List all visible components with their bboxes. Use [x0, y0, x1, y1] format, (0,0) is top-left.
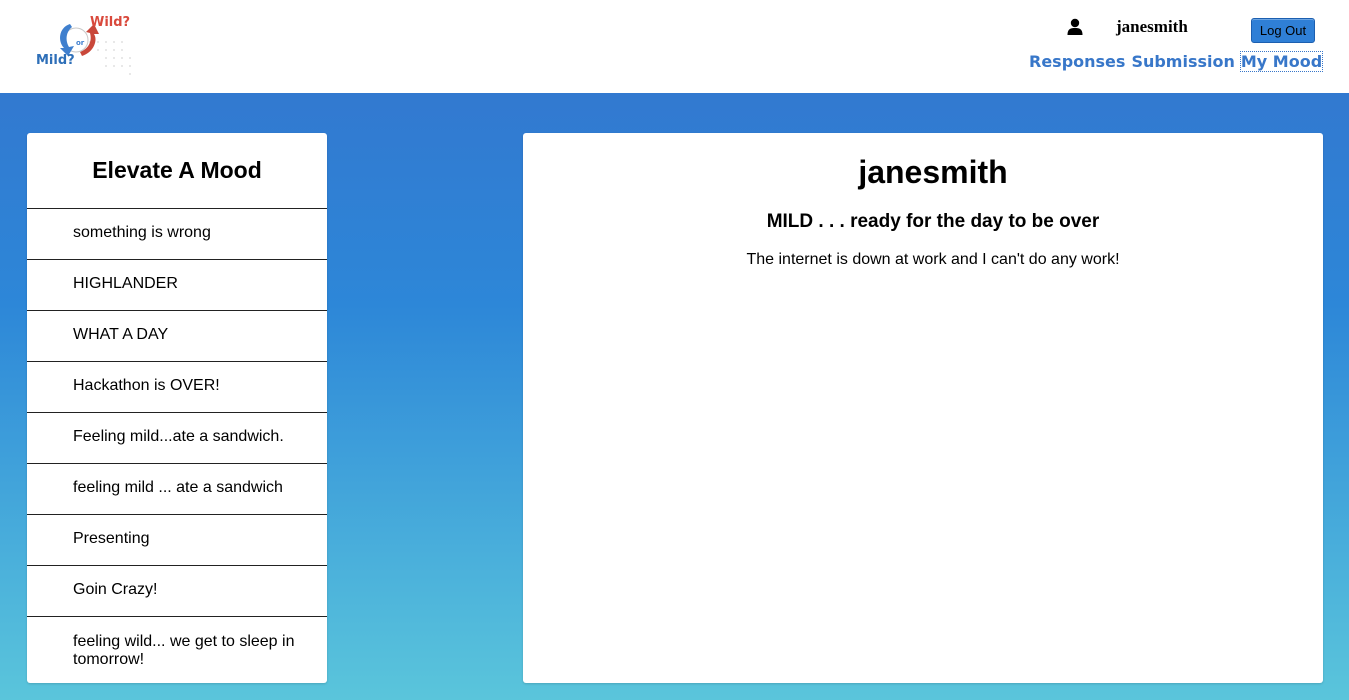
top-header: Wild? or Mild? janesmith Log Out Respons…: [0, 0, 1349, 93]
mood-headline: MILD . . . ready for the day to be over: [766, 211, 1100, 232]
sidebar-title: Elevate A Mood: [27, 133, 327, 209]
sidebar-mood-item[interactable]: feeling wild... we get to sleep in tomor…: [27, 617, 327, 683]
logout-button[interactable]: Log Out: [1251, 18, 1315, 43]
sidebar-mood-item[interactable]: Hackathon is OVER!: [27, 362, 327, 413]
elevate-mood-sidebar: Elevate A Mood something is wrong HIGHLA…: [27, 133, 327, 683]
logo-or-text: or: [76, 39, 85, 47]
mood-username: janesmith: [858, 154, 1008, 190]
wild-or-mild-logo[interactable]: Wild? or Mild?: [34, 12, 138, 80]
logo-grid: [89, 41, 131, 75]
mood-description: The internet is down at work and I can't…: [746, 251, 1120, 268]
nav-link-my-mood[interactable]: My Mood: [1239, 50, 1324, 72]
sidebar-mood-item[interactable]: feeling mild ... ate a sandwich: [27, 464, 327, 515]
sidebar-mood-item[interactable]: something is wrong: [27, 209, 327, 260]
user-icon: [1067, 18, 1083, 35]
logo-wild-text: Wild?: [90, 15, 130, 30]
nav-link-responses[interactable]: Responses: [1029, 52, 1125, 71]
mood-detail-panel: janesmith MILD . . . ready for the day t…: [523, 133, 1323, 683]
sidebar-mood-item[interactable]: HIGHLANDER: [27, 260, 327, 311]
sidebar-mood-item[interactable]: WHAT A DAY: [27, 311, 327, 362]
logo-mild-text: Mild?: [36, 53, 75, 68]
sidebar-mood-item[interactable]: Goin Crazy!: [27, 566, 327, 617]
header-username: janesmith: [1116, 17, 1188, 36]
nav-link-submission[interactable]: Submission: [1131, 52, 1234, 71]
sidebar-mood-item[interactable]: Feeling mild...ate a sandwich.: [27, 413, 327, 464]
sidebar-mood-item[interactable]: Presenting: [27, 515, 327, 566]
main-nav: Responses Submission My Mood: [1029, 50, 1324, 72]
